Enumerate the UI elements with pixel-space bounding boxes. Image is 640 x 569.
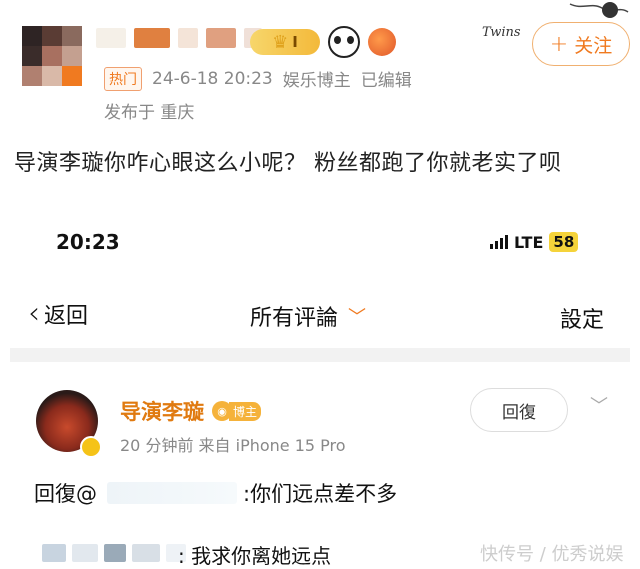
- status-indicators: LTE 58: [490, 232, 579, 252]
- comments-filter-dropdown[interactable]: 所有评論 ﹀: [250, 300, 366, 332]
- poster-name-redacted[interactable]: [96, 28, 262, 50]
- hot-tag[interactable]: 热门: [104, 66, 142, 91]
- blogger-badge: ◉ 博主: [212, 401, 262, 421]
- comment-meta: 20 分钟前 来自 iPhone 15 Pro: [120, 436, 346, 455]
- bottom-watermark: 快传号 / 优秀说娱: [480, 544, 624, 565]
- post-location: 发布于 重庆: [104, 103, 195, 123]
- post-datetime: 24-6-18 20:23: [152, 68, 273, 89]
- sub-reply-text: : 我求你离她远点: [178, 544, 332, 568]
- svg-text:Twins: Twins: [482, 25, 521, 40]
- panda-icon: [328, 26, 360, 58]
- chevron-down-icon[interactable]: ﹀: [590, 392, 608, 418]
- chevron-down-icon: ﹀: [348, 307, 367, 328]
- poster-badges: ♛ I: [250, 26, 396, 58]
- settings-button[interactable]: 設定: [560, 302, 604, 334]
- commenter-name[interactable]: 导演李璇: [120, 396, 204, 426]
- back-button[interactable]: ‹ 返回: [28, 298, 88, 330]
- status-time: 20:23: [56, 230, 120, 254]
- reply-button[interactable]: 回復: [470, 388, 568, 432]
- follow-button[interactable]: + 关注: [532, 22, 630, 66]
- post-meta: 热门 24-6-18 20:23 娱乐博主 已编辑: [104, 66, 412, 91]
- commenter-name-row: 导演李璇 ◉ 博主: [120, 396, 262, 426]
- sub-reply-author-redacted[interactable]: [42, 544, 186, 562]
- battery-icon: 58: [549, 232, 579, 252]
- vip-level-badge: ♛ I: [250, 29, 320, 55]
- crown-icon: ♛: [272, 31, 289, 53]
- mentioned-user-redacted[interactable]: [107, 482, 237, 504]
- chevron-left-icon: ‹: [28, 296, 40, 331]
- author-role: 娱乐博主: [282, 71, 351, 91]
- network-type: LTE: [514, 232, 544, 252]
- section-divider: [10, 348, 630, 362]
- signal-icon: [490, 235, 508, 249]
- plus-icon: +: [549, 31, 569, 57]
- poster-avatar[interactable]: [22, 26, 82, 86]
- post-body: 导演李璇你咋心眼这么小呢？ 粉丝都跑了你就老实了呗: [14, 151, 562, 176]
- edited-label[interactable]: 已编辑: [361, 66, 412, 91]
- comment-text: 回復@ :你们远点差不多: [34, 482, 398, 506]
- verified-badge-icon: [80, 436, 102, 458]
- fire-dragon-icon: [368, 28, 396, 56]
